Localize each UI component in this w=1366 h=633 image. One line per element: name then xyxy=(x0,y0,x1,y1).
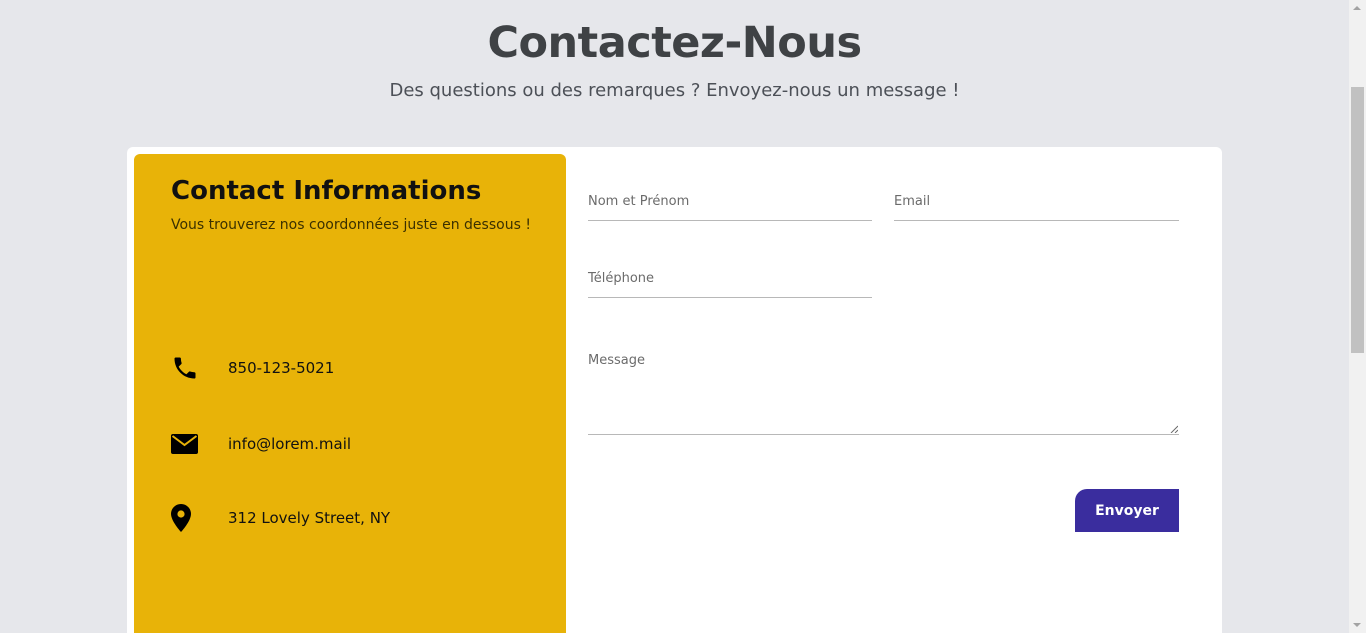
scroll-down-arrow-icon[interactable] xyxy=(1353,623,1361,627)
info-row-address: 312 Lovely Street, NY xyxy=(171,501,551,535)
vertical-scrollbar[interactable] xyxy=(1349,0,1366,633)
envelope-icon xyxy=(171,429,201,459)
contact-page: Contactez-Nous Des questions ou des rema… xyxy=(0,0,1366,633)
contact-info-panel: Contact Informations Vous trouverez nos … xyxy=(134,154,566,633)
page-subtitle: Des questions ou des remarques ? Envoyez… xyxy=(389,80,960,101)
info-subtitle: Vous trouverez nos coordonnées juste en … xyxy=(171,217,531,233)
message-label: Message xyxy=(588,353,645,368)
page-title: Contactez-Nous xyxy=(487,18,862,68)
map-pin-icon xyxy=(171,503,201,533)
email-label: Email xyxy=(894,194,931,209)
phone-label: Téléphone xyxy=(588,271,655,286)
info-title: Contact Informations xyxy=(171,176,482,206)
email-address: info@lorem.mail xyxy=(228,435,352,453)
phone-icon xyxy=(171,353,201,383)
scroll-up-arrow-icon[interactable] xyxy=(1353,6,1361,10)
send-button[interactable]: Envoyer xyxy=(1075,489,1179,532)
name-field[interactable]: Nom et Prénom xyxy=(588,193,872,221)
street-address: 312 Lovely Street, NY xyxy=(228,509,391,527)
message-textarea[interactable]: Message xyxy=(588,352,1179,435)
info-row-phone: 850-123-5021 xyxy=(171,351,551,385)
phone-number: 850-123-5021 xyxy=(228,359,335,377)
contact-card: Contact Informations Vous trouverez nos … xyxy=(127,147,1222,633)
contact-form: Nom et Prénom Email Téléphone Message En… xyxy=(588,147,1188,633)
email-field[interactable]: Email xyxy=(894,193,1179,221)
resize-grip-icon[interactable] xyxy=(1170,425,1178,433)
scrollbar-thumb[interactable] xyxy=(1351,87,1364,353)
info-row-email: info@lorem.mail xyxy=(171,427,551,461)
name-label: Nom et Prénom xyxy=(588,194,690,209)
phone-field[interactable]: Téléphone xyxy=(588,270,872,298)
